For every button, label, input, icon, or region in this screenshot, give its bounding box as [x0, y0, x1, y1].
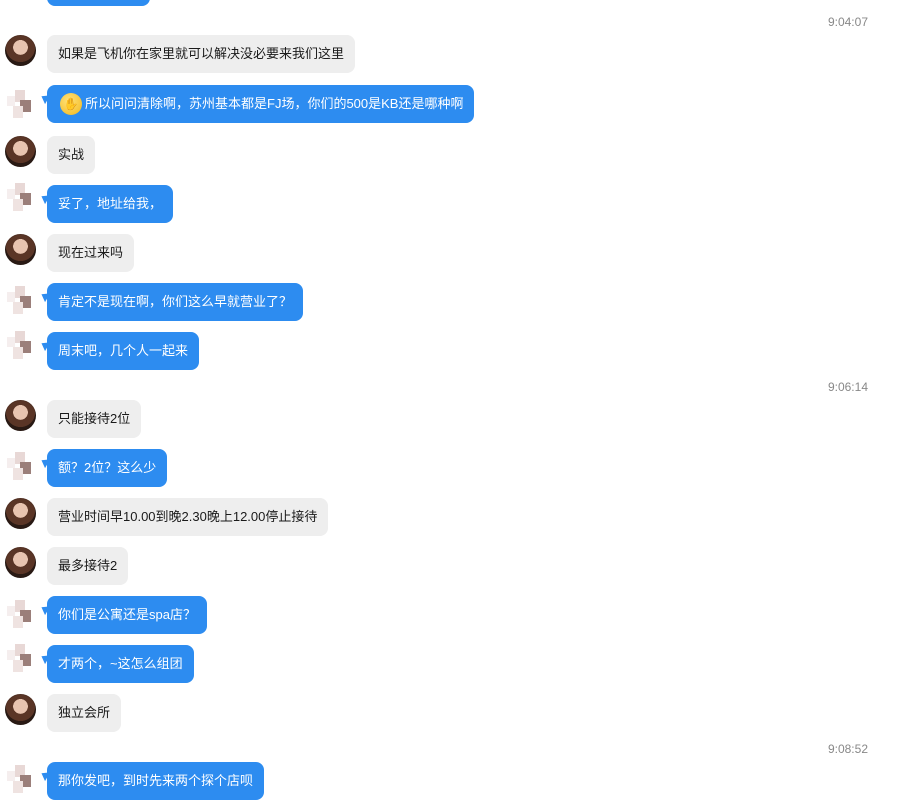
my-avatar[interactable]: [5, 763, 36, 794]
contact-avatar[interactable]: [5, 35, 36, 66]
message-bubble-outgoing: 周末吧，几个人一起来: [47, 332, 200, 370]
message-bubble-outgoing: 你们是公寓还是spa店？: [47, 596, 207, 634]
message-bubble-incoming: 现在过来吗: [47, 234, 135, 272]
contact-avatar[interactable]: [5, 400, 36, 431]
my-avatar[interactable]: [5, 329, 36, 360]
my-avatar[interactable]: [5, 450, 36, 481]
message-bubble-incoming: 营业时间早10.00到晚2.30晚上12.00停止接待: [47, 498, 329, 536]
contact-avatar[interactable]: [5, 547, 36, 578]
my-avatar[interactable]: [5, 642, 36, 673]
contact-avatar[interactable]: [5, 498, 36, 529]
message-text: 所以问问清除啊，苏州基本都是FJ场，你们的500是KB还是哪种啊: [85, 96, 464, 111]
my-avatar[interactable]: [5, 88, 36, 119]
message-bubble-outgoing: 妥了，地址给我，: [47, 185, 174, 223]
message-bubble-outgoing: ✋ 所以问问清除啊，苏州基本都是FJ场，你们的500是KB还是哪种啊: [47, 85, 475, 123]
contact-avatar[interactable]: [5, 694, 36, 725]
thinking-face-emoji: ✋: [60, 92, 82, 115]
message-bubble-outgoing: 才两个，~这怎么组团: [47, 645, 194, 683]
message-bubble-outgoing: 那你发吧，到时先来两个探个店呗: [47, 762, 265, 800]
message-bubble-incoming: 如果是飞机你在家里就可以解决没必要来我们这里: [47, 35, 356, 73]
message-bubble-outgoing: 额？2位？这么少: [47, 449, 168, 487]
contact-avatar[interactable]: [5, 136, 36, 167]
message-bubble-outgoing: 肯定不是现在啊，你们这么早就营业了？: [47, 283, 304, 321]
message-bubble-incoming: 独立会所: [47, 694, 122, 732]
message-timestamp: 9:04:07: [827, 15, 868, 29]
message-bubble-outgoing-partial: [47, 0, 150, 6]
my-avatar[interactable]: [5, 284, 36, 315]
my-avatar[interactable]: [5, 598, 36, 629]
contact-avatar[interactable]: [5, 234, 36, 265]
message-timestamp: 9:06:14: [827, 380, 868, 394]
message-bubble-incoming: 实战: [47, 136, 96, 174]
my-avatar[interactable]: [5, 181, 36, 212]
chat-message-list[interactable]: 9:04:07 如果是飞机你在家里就可以解决没必要来我们这里 ✋ 所以问问清除啊，…: [0, 0, 924, 808]
message-timestamp: 9:08:52: [827, 742, 868, 756]
message-bubble-incoming: 只能接待2位: [47, 400, 142, 438]
message-bubble-incoming: 最多接待2: [47, 547, 129, 585]
